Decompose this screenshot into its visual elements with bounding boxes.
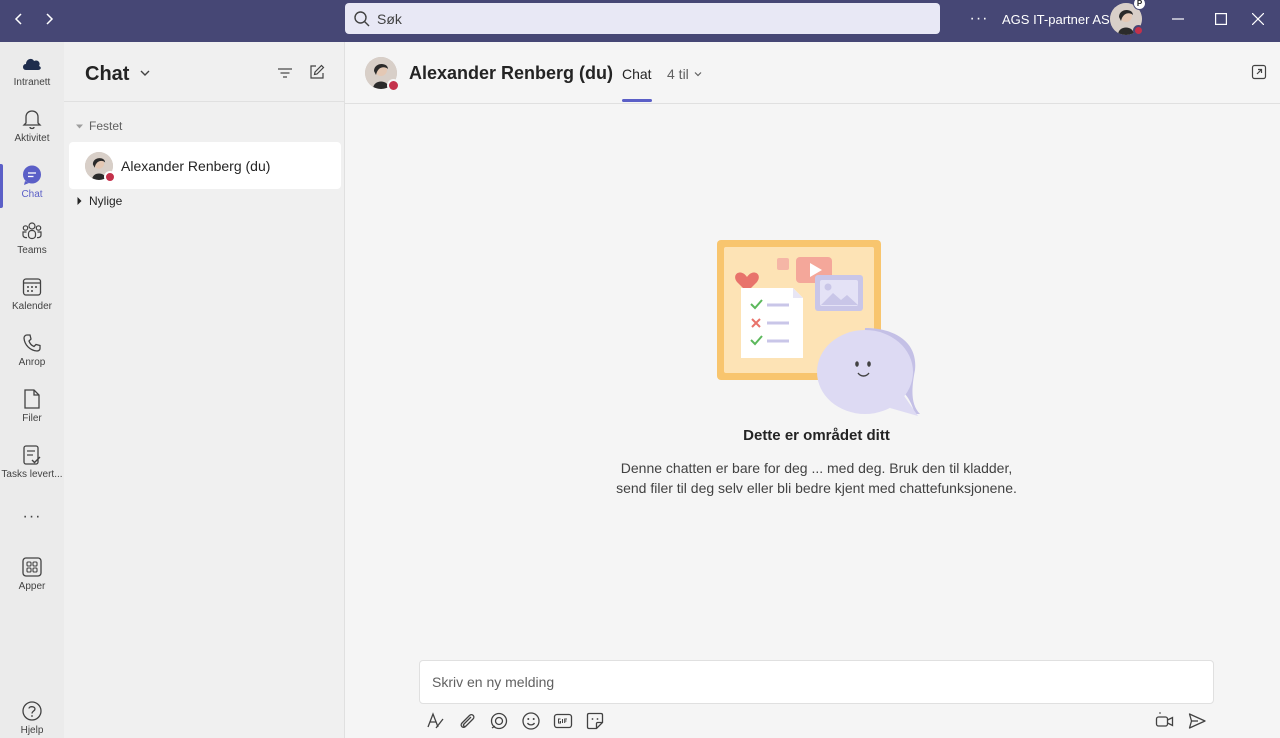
format-button[interactable] bbox=[424, 710, 446, 732]
new-chat-icon[interactable] bbox=[308, 63, 326, 81]
title-bar: ··· AGS IT-partner AS P bbox=[0, 0, 1280, 42]
paperclip-icon bbox=[460, 714, 475, 728]
calendar-icon bbox=[21, 276, 43, 298]
minimize-button[interactable] bbox=[1156, 0, 1200, 38]
profile-badge: P bbox=[1133, 0, 1146, 10]
empty-state-title: Dette er området ditt bbox=[743, 427, 890, 444]
nav-arrows bbox=[8, 6, 60, 32]
caret-right-icon bbox=[77, 197, 82, 205]
filter-icon[interactable] bbox=[276, 64, 294, 82]
sticker-icon bbox=[586, 712, 604, 730]
close-icon bbox=[1252, 13, 1264, 25]
chat-header: Alexander Renberg (du) Chat 4 til bbox=[345, 42, 1280, 104]
contact-name: Alexander Renberg (du) bbox=[409, 63, 614, 83]
rail-label: Filer bbox=[22, 413, 42, 424]
chat-list-pane: Chat Festet Alexander Renberg (du) Nylig… bbox=[64, 42, 345, 738]
more-icon: ··· bbox=[22, 508, 42, 525]
chat-item-name: Alexander Renberg (du) bbox=[121, 157, 271, 174]
participants-button[interactable]: 4 til bbox=[667, 66, 703, 82]
chat-list-header: Chat bbox=[64, 42, 344, 102]
rail-label: Tasks levert... bbox=[1, 469, 63, 480]
rail-item-kalender[interactable]: Kalender bbox=[0, 266, 64, 322]
forward-button[interactable] bbox=[38, 6, 60, 32]
search-icon bbox=[353, 10, 371, 28]
app-rail: Intranett Aktivitet Chat Teams Kalender … bbox=[0, 42, 64, 738]
presence-busy-icon bbox=[387, 79, 400, 92]
cloud-icon bbox=[21, 52, 43, 74]
org-name: AGS IT-partner AS bbox=[1002, 12, 1110, 27]
chat-main: Alexander Renberg (du) Chat 4 til Dette … bbox=[345, 42, 1280, 738]
back-button[interactable] bbox=[8, 6, 30, 32]
pop-out-icon[interactable] bbox=[1251, 64, 1267, 80]
chat-list-title[interactable]: Chat bbox=[85, 63, 129, 86]
teams-icon bbox=[21, 220, 43, 242]
help-icon bbox=[21, 700, 43, 722]
apps-icon bbox=[21, 556, 43, 578]
send-button[interactable] bbox=[1186, 710, 1208, 732]
rail-item-intranett[interactable]: Intranett bbox=[0, 42, 64, 98]
search-box[interactable] bbox=[345, 3, 940, 34]
rail-label: Chat bbox=[21, 189, 43, 200]
file-icon bbox=[21, 388, 43, 410]
loop-icon bbox=[490, 712, 508, 730]
rail-label: Aktivitet bbox=[14, 133, 50, 144]
section-label: Festet bbox=[89, 119, 123, 133]
rail-label: Teams bbox=[17, 245, 47, 256]
section-pinned[interactable]: Festet bbox=[76, 119, 122, 133]
rail-label: Intranett bbox=[13, 77, 51, 88]
settings-more-button[interactable]: ··· bbox=[968, 9, 990, 29]
format-icon bbox=[427, 712, 444, 729]
profile-avatar[interactable]: P bbox=[1110, 0, 1146, 36]
presence-busy-icon bbox=[104, 170, 116, 183]
rail-item-anrop[interactable]: Anrop bbox=[0, 322, 64, 378]
send-icon bbox=[1188, 713, 1206, 729]
rail-item-apper[interactable]: Apper bbox=[0, 546, 64, 602]
chevron-down-icon bbox=[694, 72, 702, 77]
caret-down-icon bbox=[76, 124, 83, 128]
chevron-right-icon bbox=[46, 13, 54, 25]
gif-icon bbox=[553, 713, 573, 729]
section-label: Nylige bbox=[89, 194, 123, 208]
rail-item-aktivitet[interactable]: Aktivitet bbox=[0, 98, 64, 154]
chat-icon bbox=[21, 164, 43, 186]
gif-button[interactable] bbox=[552, 710, 574, 732]
message-input[interactable] bbox=[432, 674, 1192, 690]
bell-icon bbox=[21, 108, 43, 130]
chat-list-item[interactable]: Alexander Renberg (du) bbox=[69, 142, 341, 189]
tab-active-indicator bbox=[622, 99, 652, 102]
rail-label: Anrop bbox=[18, 357, 46, 368]
rail-item-chat[interactable]: Chat bbox=[0, 154, 64, 210]
rail-item-tasks[interactable]: Tasks levert... bbox=[0, 434, 64, 490]
avatar bbox=[85, 151, 116, 183]
emoji-button[interactable] bbox=[520, 710, 542, 732]
attach-button[interactable] bbox=[456, 710, 478, 732]
meet-now-button[interactable] bbox=[1154, 710, 1176, 732]
compose-box[interactable] bbox=[419, 660, 1214, 704]
close-button[interactable] bbox=[1236, 0, 1280, 38]
rail-label: Kalender bbox=[11, 301, 53, 312]
empty-state-illustration bbox=[717, 240, 920, 416]
video-camera-icon bbox=[1155, 712, 1174, 727]
rail-label: Apper bbox=[18, 581, 46, 592]
rail-item-filer[interactable]: Filer bbox=[0, 378, 64, 434]
participants-label: 4 til bbox=[667, 66, 689, 82]
rail-item-hjelp[interactable]: Hjelp bbox=[0, 690, 64, 738]
tab-chat[interactable]: Chat bbox=[622, 66, 652, 82]
minimize-icon bbox=[1172, 18, 1184, 20]
emoji-icon bbox=[522, 712, 540, 730]
section-recent[interactable]: Nylige bbox=[76, 194, 122, 208]
phone-icon bbox=[21, 332, 43, 354]
presence-busy-icon bbox=[1133, 25, 1144, 36]
empty-state-description: Denne chatten er bare for deg ... med de… bbox=[616, 460, 1017, 496]
sticker-button[interactable] bbox=[584, 710, 606, 732]
chevron-down-icon[interactable] bbox=[138, 66, 152, 80]
rail-label: Hjelp bbox=[20, 725, 44, 736]
tasks-icon bbox=[21, 444, 43, 466]
rail-item-teams[interactable]: Teams bbox=[0, 210, 64, 266]
maximize-icon bbox=[1215, 13, 1227, 25]
loop-button[interactable] bbox=[488, 710, 510, 732]
avatar[interactable] bbox=[365, 57, 400, 92]
chevron-left-icon bbox=[14, 13, 22, 25]
search-input[interactable] bbox=[377, 10, 917, 27]
